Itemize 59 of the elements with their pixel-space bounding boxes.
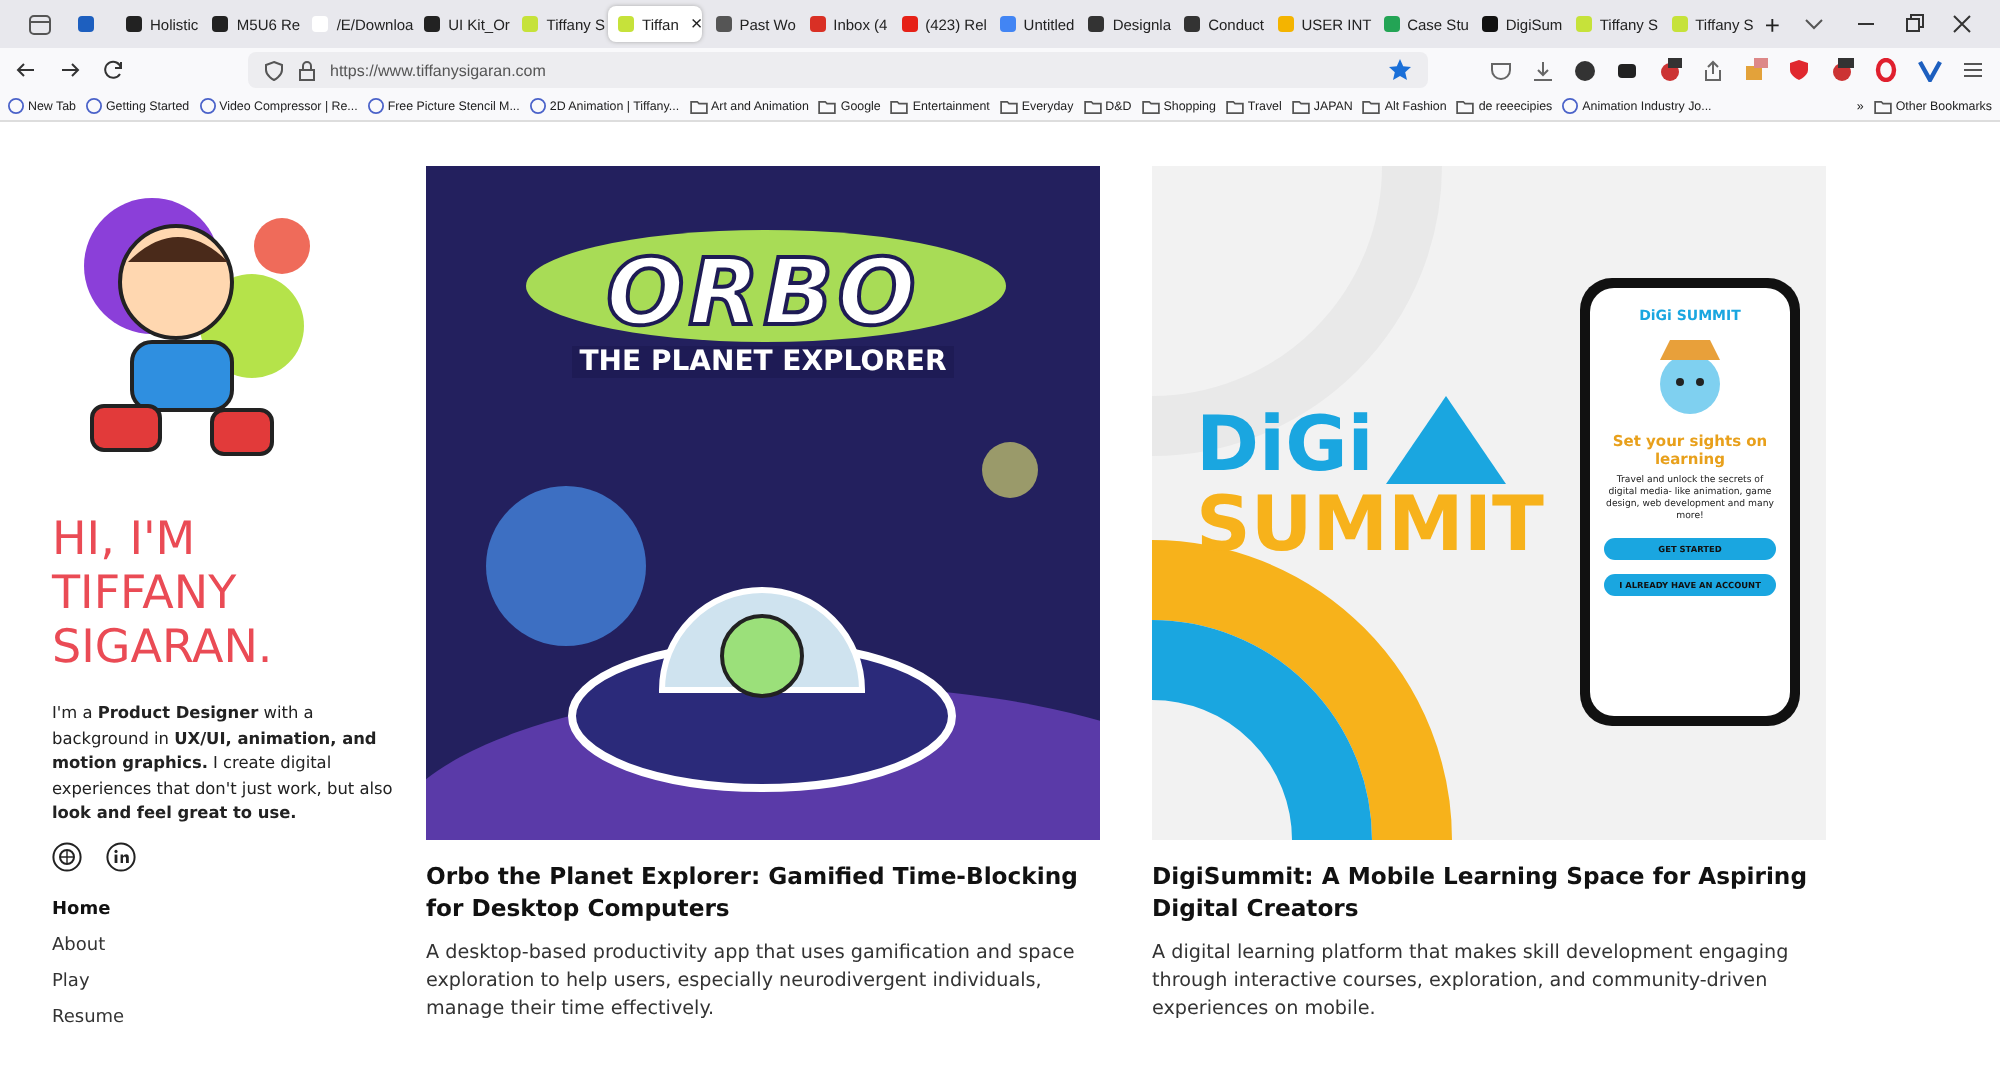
back-icon[interactable] — [16, 60, 36, 80]
bio-paragraph: I'm a Product Designer with a background in UX/UI, animation, and motion graphics. I create digital experiences that don't just work, but also look and feel great to use. — [52, 700, 395, 825]
folder-icon — [1291, 99, 1310, 113]
globe-icon — [367, 98, 384, 114]
dribbble-icon[interactable] — [52, 841, 82, 871]
shield-icon[interactable] — [1788, 58, 1810, 82]
linkedin-icon[interactable] — [106, 841, 136, 871]
globe-icon — [8, 98, 24, 114]
project-title[interactable]: DigiSummit: A Mobile Learning Space for Aspiring Digital Creators — [1152, 860, 1826, 924]
close-tab-button[interactable]: × — [690, 13, 703, 35]
extension-icon[interactable] — [1658, 58, 1682, 82]
lock-icon — [298, 59, 316, 81]
star-icon[interactable] — [1388, 58, 1412, 82]
folder-icon — [999, 99, 1018, 113]
folder-icon — [1456, 99, 1475, 113]
project-description: A digital learning platform that makes skill development engaging through interactive courses, exploration, and community-driven experiences on mobile. — [1152, 940, 1791, 1024]
restore-icon[interactable] — [1903, 14, 1924, 34]
project-description: A desktop-based productivity app that uses gamification and space exploration to help users, especially neurodivergent individuals, manage their time effectively. — [426, 940, 1077, 1024]
close-icon[interactable] — [1951, 14, 1972, 34]
folder-icon — [1362, 99, 1381, 113]
extension-icon[interactable] — [1574, 59, 1596, 81]
folder-icon — [689, 99, 708, 113]
mountain-logo-icon — [1385, 396, 1506, 484]
nav-link[interactable]: Play — [52, 971, 90, 991]
forward-icon[interactable] — [60, 60, 80, 80]
extension-icon[interactable] — [1830, 58, 1854, 82]
chevron-down-icon[interactable] — [1803, 16, 1824, 32]
nav-link[interactable]: Home — [52, 899, 111, 919]
globe-icon — [85, 98, 102, 114]
art-title: ORBO — [606, 238, 920, 346]
art-subtitle: THE PLANET EXPLORER — [571, 346, 955, 378]
hero-heading: HI, I'M TIFFANY SIGARAN. — [52, 514, 275, 676]
v-logo-icon[interactable] — [1918, 59, 1942, 81]
new-tab-button[interactable]: + — [1756, 9, 1788, 39]
pocket-icon[interactable] — [1490, 59, 1512, 81]
globe-icon — [199, 98, 216, 114]
reload-icon[interactable] — [104, 60, 124, 80]
share-icon[interactable] — [1702, 59, 1724, 81]
globe-icon — [1562, 98, 1579, 114]
nav-link[interactable]: About — [52, 935, 106, 955]
folder-icon — [890, 99, 909, 113]
tab-list-icon[interactable] — [28, 13, 52, 35]
folder-icon — [1141, 99, 1160, 113]
download-icon[interactable] — [1532, 59, 1554, 81]
art-title: DiGi — [1196, 404, 1374, 484]
extension-icon[interactable] — [1616, 59, 1638, 81]
folder-icon — [818, 99, 837, 113]
circle-o-icon[interactable] — [1874, 58, 1898, 82]
folder-icon — [1083, 99, 1102, 113]
project-thumbnail[interactable]: ORBO THE PLANET EXPLORER — [426, 166, 1100, 840]
menu-icon[interactable] — [1962, 60, 1984, 80]
folder-icon — [1873, 99, 1892, 113]
project-title[interactable]: Orbo the Planet Explorer: Gamified Time-Blocking for Desktop Computers — [426, 860, 1100, 924]
address-bar[interactable]: https://www.tiffanysigaran.com — [248, 52, 1428, 88]
shield-icon[interactable] — [264, 59, 284, 81]
art-subtitle: SUMMIT — [1196, 484, 1544, 564]
folder-icon — [1225, 99, 1244, 113]
nav-link[interactable]: Resume — [52, 1007, 125, 1027]
globe-icon — [529, 98, 546, 114]
